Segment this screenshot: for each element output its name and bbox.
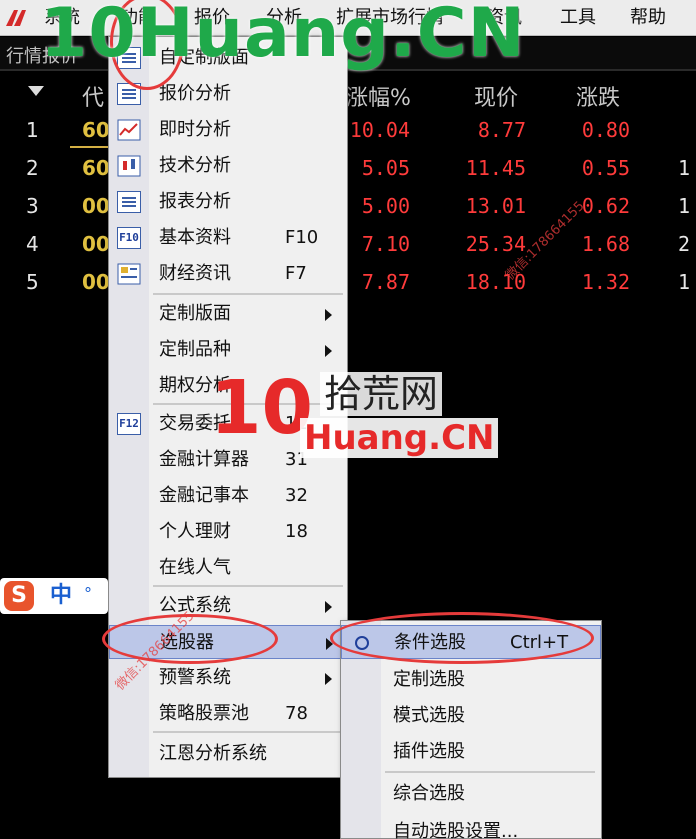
submenu-item-combined-screen[interactable]: 综合选股 [341,777,601,811]
row-extra: 1 [677,194,690,218]
row-price: 8.77 [477,118,526,142]
menu-separator [385,771,595,773]
menu-item-label: 定制版面 [159,303,231,324]
menu-item-label: 报价分析 [159,83,231,104]
menu-item-shortcut: 78 [285,703,308,724]
menu-item-financial-news[interactable]: 财经资讯 F7 [109,257,347,291]
annotation-ring-condition [330,612,594,664]
submenu-item-plugin-screen[interactable]: 插件选股 [341,735,601,769]
row-number: 4 [26,232,39,256]
sogou-ime-icon[interactable]: S [4,581,34,611]
row-number: 3 [26,194,39,218]
watermark-site-name: 拾荒网 [320,372,443,416]
row-code[interactable]: 00 [82,270,110,294]
col-header-change[interactable]: 涨跌 [576,80,620,112]
menu-item-label: 报表分析 [159,191,231,212]
candlestick-icon [117,155,141,177]
row-code[interactable]: 00 [82,194,110,218]
menu-item-gann-system[interactable]: 江恩分析系统 [109,737,347,771]
menu-item-label: 在线人气 [159,557,231,578]
row-price: 25.34 [465,232,526,256]
menu-item-label: 模式选股 [393,705,465,726]
row-change: 0.80 [581,118,630,142]
row-price: 11.45 [465,156,526,180]
news-icon [117,263,141,285]
sort-down-icon[interactable] [28,86,44,96]
row-extra: 1 [677,270,690,294]
ime-punctuation-icon[interactable]: ° [84,584,92,603]
menu-item-label: 基本资料 [159,227,231,248]
col-header-price[interactable]: 现价 [474,80,518,112]
watermark-logo-number: 10 [210,365,313,451]
submenu-arrow-icon [325,601,332,613]
menu-item-technical-analysis[interactable]: 技术分析 [109,149,347,183]
watermark-top: 10Huang.CN [40,0,526,73]
menu-item-financial-notepad[interactable]: 金融记事本 32 [109,479,347,513]
menu-item-shortcut: F7 [285,263,307,284]
row-code[interactable]: 60 [82,118,110,142]
menu-item-label: 个人理财 [159,521,231,542]
menu-item-personal-finance[interactable]: 个人理财 18 [109,515,347,549]
app-logo-icon [6,10,26,26]
menu-item-label: 江恩分析系统 [159,743,267,764]
menu-item-custom-panel[interactable]: 定制版面 [109,297,347,331]
menu-item-custom-symbols[interactable]: 定制品种 [109,333,347,367]
menu-separator [153,731,343,733]
row-code[interactable]: 60 [82,156,110,180]
row-extra: 2 [677,232,690,256]
menu-item-label: 即时分析 [159,119,231,140]
menu-help[interactable]: 帮助 [630,6,666,30]
menu-item-online-popularity[interactable]: 在线人气 [109,551,347,585]
menu-item-label: 金融记事本 [159,485,249,506]
menu-item-label: 财经资讯 [159,263,231,284]
menu-item-shortcut: F10 [285,227,319,248]
col-header-pct[interactable]: 涨幅% [346,80,411,112]
submenu-arrow-icon [325,309,332,321]
chart-line-icon [117,119,141,141]
menu-item-basic-info[interactable]: F10 基本资料 F10 [109,221,347,255]
menu-separator [153,585,343,587]
menu-separator [153,293,343,295]
f12-icon: F12 [117,413,141,435]
menu-item-label: 综合选股 [393,783,465,804]
submenu-arrow-icon [325,345,332,357]
menu-item-strategy-pool[interactable]: 策略股票池 78 [109,697,347,731]
submenu-item-custom-screen[interactable]: 定制选股 [341,663,601,697]
menu-item-shortcut: 32 [285,485,308,506]
submenu-item-pattern-screen[interactable]: 模式选股 [341,699,601,733]
row-number: 2 [26,156,39,180]
row-divider [70,146,110,148]
ime-toolbar[interactable]: S 中 ° [0,578,108,614]
menu-item-label: 定制选股 [393,669,465,690]
submenu-arrow-icon [325,673,332,685]
col-header-code[interactable]: 代 [82,80,104,112]
menu-item-label: 技术分析 [159,155,231,176]
watermark-center: 10 拾荒网 Huang.CN [210,365,499,468]
watermark-domain: Huang.CN [300,418,499,458]
row-code[interactable]: 00 [82,232,110,256]
ime-language-toggle[interactable]: 中 [50,581,72,611]
f10-icon: F10 [117,227,141,249]
menu-item-label: 插件选股 [393,741,465,762]
menu-item-realtime-analysis[interactable]: 即时分析 [109,113,347,147]
submenu-item-auto-screen-settings[interactable]: 自动选股设置... [341,815,601,839]
menu-item-report-analysis[interactable]: 报表分析 [109,185,347,219]
row-number: 5 [26,270,39,294]
menu-item-label: 定制品种 [159,339,231,360]
menu-item-label: 预警系统 [159,667,231,688]
report-icon [117,191,141,213]
menu-item-label: 自动选股设置... [393,821,519,839]
row-number: 1 [26,118,39,142]
menu-tools[interactable]: 工具 [560,6,596,30]
row-price: 13.01 [465,194,526,218]
menu-item-label: 策略股票池 [159,703,249,724]
row-extra: 1 [677,156,690,180]
menu-item-shortcut: 18 [285,521,308,542]
